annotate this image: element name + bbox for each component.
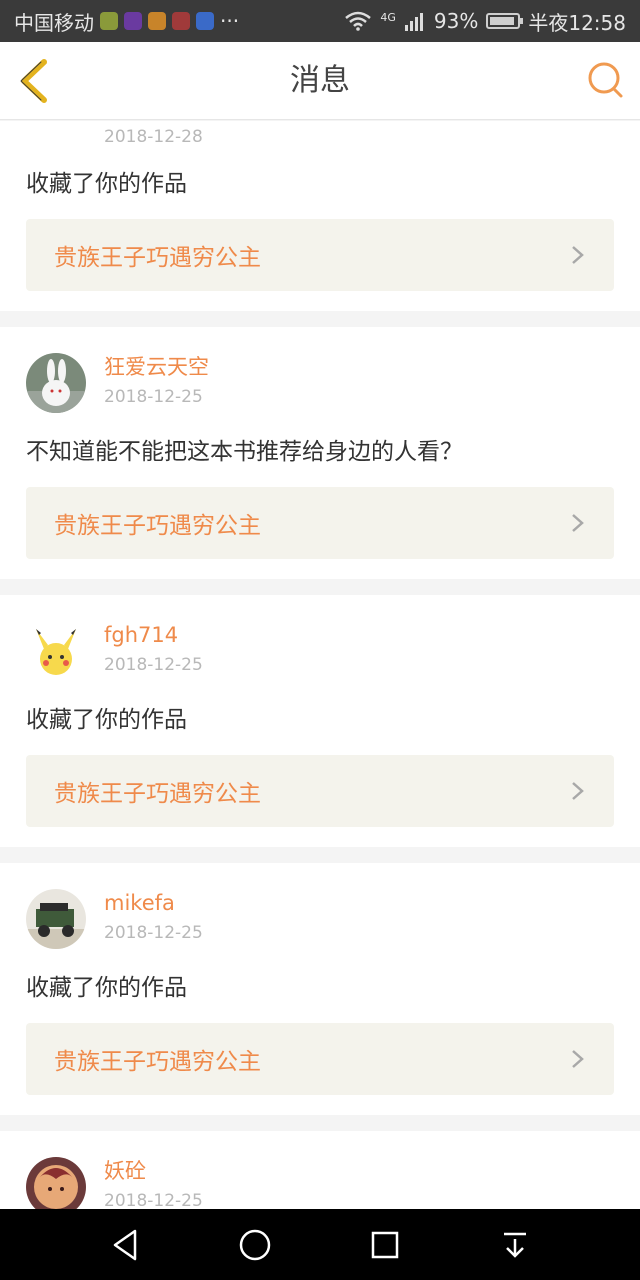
search-icon xyxy=(588,62,623,98)
chevron-right-icon xyxy=(572,246,584,264)
user-row: mikefa 2018-12-25 xyxy=(26,863,614,973)
nav-recents-button[interactable] xyxy=(365,1225,405,1265)
username[interactable]: fgh714 xyxy=(104,621,203,649)
message-card: fgh714 2018-12-25 收藏了你的作品 贵族王子巧遇穷公主 xyxy=(0,595,640,847)
signal-icon xyxy=(404,13,423,31)
book-link[interactable]: 贵族王子巧遇穷公主 xyxy=(26,755,614,827)
book-title: 贵族王子巧遇穷公主 xyxy=(54,513,261,539)
app-notification-icon xyxy=(100,12,118,30)
card-spacer xyxy=(26,559,614,579)
nav-notification-button[interactable] xyxy=(495,1225,535,1265)
music-icon xyxy=(196,12,214,30)
username[interactable]: mikefa xyxy=(104,889,203,917)
app-header: 消息 xyxy=(0,42,640,120)
network-type: 4G xyxy=(380,10,396,24)
search-button[interactable] xyxy=(586,60,626,102)
book-title: 贵族王子巧遇穷公主 xyxy=(54,1049,261,1075)
home-circle-icon xyxy=(239,1229,271,1260)
rabbit-avatar-icon xyxy=(26,353,86,413)
card-spacer xyxy=(26,1095,614,1115)
message-card: 妖砼 2018-12-25 xyxy=(0,1131,640,1209)
book-title: 贵族王子巧遇穷公主 xyxy=(54,245,261,271)
notification-down-icon xyxy=(504,1232,526,1258)
app-notification-icon xyxy=(172,12,190,30)
carrier-label: 中国移动 xyxy=(14,10,94,35)
book-title: 贵族王子巧遇穷公主 xyxy=(54,781,261,807)
chevron-right-icon xyxy=(572,514,584,532)
battery-icon xyxy=(486,13,524,29)
message-list[interactable]: 2018-12-28 收藏了你的作品 贵族王子巧遇穷公主 狂爱云天空 2018-… xyxy=(0,121,640,1209)
user-meta: fgh714 2018-12-25 xyxy=(104,621,203,675)
message-date: 2018-12-25 xyxy=(104,1191,203,1209)
car-avatar-icon xyxy=(26,889,86,949)
nav-back-button[interactable] xyxy=(105,1225,145,1265)
illustration-avatar-icon xyxy=(26,1157,86,1209)
username[interactable]: 狂爱云天空 xyxy=(104,353,209,381)
user-row: fgh714 2018-12-25 xyxy=(26,595,614,705)
back-triangle-icon xyxy=(113,1229,137,1260)
avatar[interactable] xyxy=(26,889,86,949)
message-date: 2018-12-25 xyxy=(104,655,203,675)
message-text: 收藏了你的作品 xyxy=(26,975,187,1001)
user-row: 狂爱云天空 2018-12-25 xyxy=(26,327,614,437)
book-link[interactable]: 贵族王子巧遇穷公主 xyxy=(26,219,614,291)
user-meta: 妖砼 2018-12-25 xyxy=(104,1157,203,1209)
status-left: 中国移动 ··· xyxy=(14,7,239,36)
message-card: 2018-12-28 收藏了你的作品 贵族王子巧遇穷公主 xyxy=(0,121,640,311)
message-text: 收藏了你的作品 xyxy=(26,707,187,733)
message-date: 2018-12-25 xyxy=(104,923,203,943)
status-right: 4G 93% 半夜12:58 xyxy=(344,7,626,36)
user-meta: mikefa 2018-12-25 xyxy=(104,889,203,943)
card-spacer xyxy=(26,291,614,311)
message-text: 不知道能不能把这本书推荐给身边的人看？ xyxy=(26,439,463,465)
recents-square-icon xyxy=(371,1231,399,1258)
page-title: 消息 xyxy=(290,63,350,98)
username[interactable]: 妖砼 xyxy=(104,1157,203,1185)
more-indicator: ··· xyxy=(220,9,240,33)
battery-percent: 93% xyxy=(433,9,479,33)
message-date: 2018-12-25 xyxy=(104,387,203,407)
user-meta: 狂爱云天空 2018-12-25 xyxy=(104,353,209,407)
book-link[interactable]: 贵族王子巧遇穷公主 xyxy=(26,487,614,559)
system-nav-bar xyxy=(0,1209,640,1280)
avatar[interactable] xyxy=(26,1157,86,1209)
status-bar: 中国移动 ··· 4G 93% 半夜12:58 xyxy=(0,0,640,42)
app-notification-icon xyxy=(124,12,142,30)
wifi-icon xyxy=(345,11,372,31)
book-link[interactable]: 贵族王子巧遇穷公主 xyxy=(26,1023,614,1095)
user-row: 妖砼 2018-12-25 xyxy=(26,1131,614,1209)
message-card: 狂爱云天空 2018-12-25 不知道能不能把这本书推荐给身边的人看？ 贵族王… xyxy=(0,327,640,579)
message-date: 2018-12-28 xyxy=(104,127,203,147)
avatar[interactable] xyxy=(26,353,86,413)
nav-home-button[interactable] xyxy=(235,1225,275,1265)
app-notification-icon xyxy=(148,12,166,30)
avatar[interactable] xyxy=(26,621,86,681)
chevron-right-icon xyxy=(572,1050,584,1068)
chevron-right-icon xyxy=(572,782,584,800)
message-text: 收藏了你的作品 xyxy=(26,171,187,197)
pikachu-avatar-icon xyxy=(26,621,86,681)
card-spacer xyxy=(26,827,614,847)
clock: 半夜12:58 xyxy=(528,10,626,35)
message-card: mikefa 2018-12-25 收藏了你的作品 贵族王子巧遇穷公主 xyxy=(0,863,640,1115)
